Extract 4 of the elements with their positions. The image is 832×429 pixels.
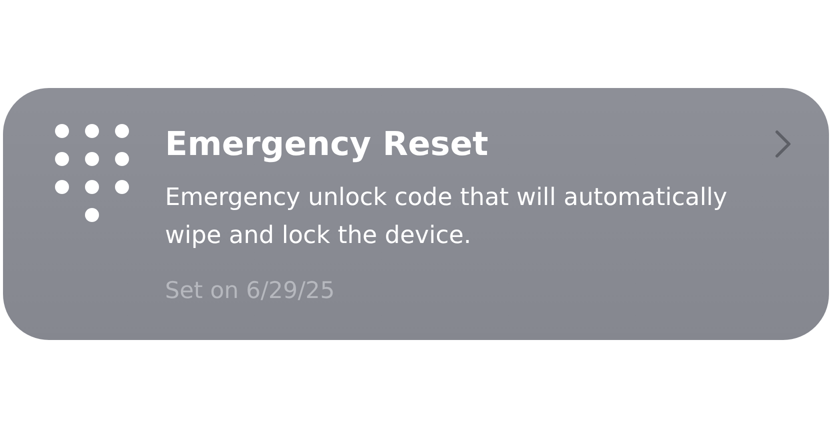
card-description: Emergency unlock code that will automatically wipe and lock the device. [165, 182, 728, 251]
card-title: Emergency Reset [165, 124, 490, 164]
chevron-icon [775, 130, 791, 158]
keypad-icon [55, 124, 129, 222]
